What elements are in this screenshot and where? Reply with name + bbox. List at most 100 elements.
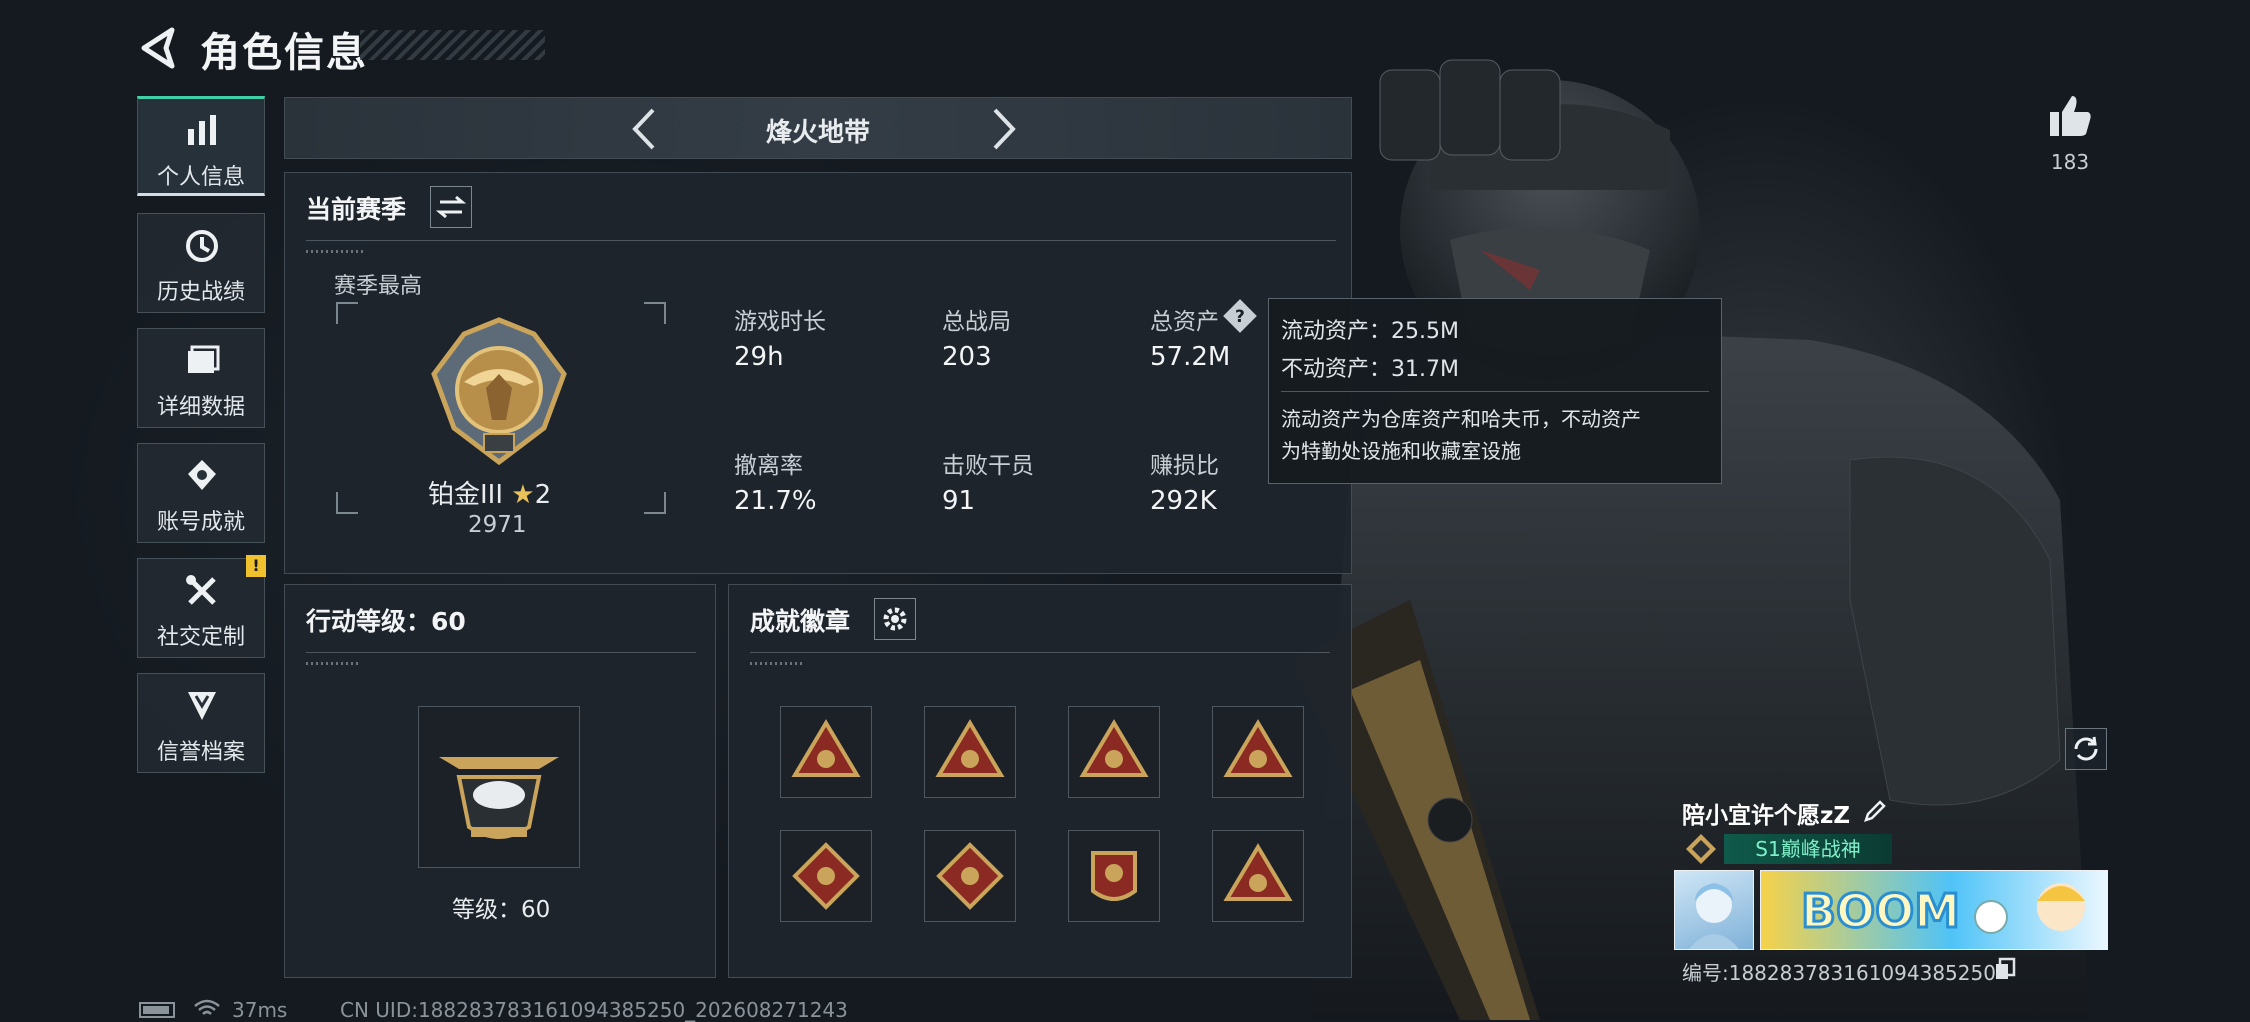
achievement-badge-slot[interactable] (924, 830, 1016, 922)
page-title: 角色信息 (200, 30, 368, 76)
achievement-badge-slot[interactable] (1068, 706, 1160, 798)
mode-title: 烽火地带 (765, 118, 870, 148)
rank-name-text: 铂金III (428, 480, 504, 510)
achievement-badge-icon (936, 842, 1004, 910)
mode-selector: 烽火地带 (284, 97, 1352, 159)
player-title-tag: S1巅峰战神 (1724, 834, 1892, 864)
divider-decoration (750, 662, 805, 665)
achievement-badge-slot[interactable] (1212, 706, 1304, 798)
avatar-character-icon (1689, 883, 1739, 949)
achievement-badge-icon (1223, 843, 1293, 901)
divider-decoration (306, 250, 366, 253)
stat-value: 203 (942, 342, 992, 372)
sidebar-item-label: 详细数据 (156, 395, 245, 420)
sidebar-item-detail-data[interactable]: 详细数据 (137, 328, 265, 428)
stat-label: 击败干员 (942, 453, 1034, 479)
gear-icon (883, 607, 907, 631)
stat-label: 赚损比 (1150, 453, 1219, 479)
rank-stars: 2 (534, 480, 552, 510)
stat-label: 总资产 (1150, 309, 1219, 335)
achievement-badge-slot[interactable] (1212, 830, 1304, 922)
achievement-badge-icon (935, 719, 1005, 777)
achievement-badge-slot[interactable] (1068, 830, 1160, 922)
tooltip-description-line: 流动资产为仓库资产和哈夫币，不动资产 (1281, 407, 1641, 431)
stat-label: 撤离率 (734, 453, 803, 479)
title-decoration (360, 30, 545, 60)
folder-icon (188, 345, 220, 373)
frame-corner (644, 492, 666, 514)
bar-chart-icon (188, 115, 216, 145)
achievement-icon (188, 460, 216, 490)
edit-pencil-icon[interactable] (1862, 798, 1888, 824)
like-count: 183 (2050, 150, 2090, 174)
divider (750, 652, 1330, 653)
sidebar-item-label: 信誉档案 (156, 740, 245, 765)
switch-season-button[interactable] (430, 186, 472, 228)
star-icon: ★ (511, 480, 535, 510)
sidebar-item-history[interactable]: 历史战绩 (137, 213, 265, 313)
help-icon-glyph: ? (1235, 305, 1245, 327)
rank-emblem-icon (431, 317, 567, 466)
stat-value: 91 (942, 486, 976, 516)
divider (306, 652, 696, 653)
tooltip-description-line: 为特勤处设施和收藏室设施 (1281, 439, 1521, 463)
action-level-title: 行动等级：60 (306, 607, 466, 636)
avatar[interactable] (1674, 870, 1754, 950)
achievement-badge-icon (1223, 719, 1293, 777)
stat-label: 总战局 (942, 309, 1011, 335)
helicopter-emblem-icon (439, 757, 559, 839)
frame-corner (644, 302, 666, 324)
achievement-badge-icon (1079, 719, 1149, 777)
fixed-assets-text: 不动资产：31.7M (1281, 357, 1459, 382)
sidebar-item-label: 历史战绩 (156, 280, 245, 305)
title-emblem-icon (1686, 834, 1716, 864)
like-thumb-icon[interactable] (2046, 92, 2094, 140)
sidebar-item-label: 账号成就 (156, 510, 245, 535)
history-clock-icon (186, 230, 218, 262)
stat-value: 292K (1150, 486, 1217, 516)
achievement-badge-slot[interactable] (780, 706, 872, 798)
rank-score: 2971 (468, 512, 527, 538)
wifi-icon (194, 999, 220, 1015)
frame-corner (336, 492, 358, 514)
network-ping: 37ms (232, 998, 288, 1022)
liquid-assets-text: 流动资产：25.5M (1281, 319, 1459, 344)
sidebar-item-personal-info[interactable]: 个人信息 (137, 96, 265, 196)
stat-value: 29h (734, 342, 784, 372)
achievement-badge-icon (1091, 851, 1137, 901)
uid-text: CN UID:18828378316109438525​0_2026082712… (340, 998, 848, 1022)
stat-label: 游戏时长 (734, 309, 826, 335)
name-card-banner[interactable]: BOOM (1760, 870, 2108, 950)
player-name: 陪小宜许个愿zZ (1682, 803, 1851, 829)
stat-value: 21.7% (734, 486, 817, 516)
next-mode-arrow-icon[interactable] (979, 106, 1025, 152)
level-text: 等级：60 (452, 897, 551, 923)
badges-title: 成就徽章 (750, 607, 851, 636)
back-arrow-icon[interactable] (138, 26, 182, 70)
sidebar-item-credit-record[interactable]: 信誉档案 (137, 673, 265, 773)
divider (306, 240, 1336, 241)
divider-decoration (306, 662, 361, 665)
shield-rank-icon (188, 692, 216, 720)
tooltip-divider (1281, 391, 1709, 392)
achievement-badge-slot[interactable] (780, 830, 872, 922)
tools-icon (186, 575, 216, 605)
season-title: 当前赛季 (306, 195, 407, 224)
sidebar-item-label: 社交定制 (156, 625, 245, 650)
sidebar-item-achievements[interactable]: 账号成就 (137, 443, 265, 543)
achievement-badge-slot[interactable] (924, 706, 1016, 798)
swap-icon (435, 195, 467, 219)
stat-value: 57.2M (1150, 342, 1231, 372)
badge-settings-button[interactable] (874, 598, 916, 640)
svg-text:BOOM: BOOM (1801, 884, 1960, 938)
assets-tooltip: 流动资产：25.5M 不动资产：31.7M 流动资产为仓库资产和哈夫币，不动资产… (1268, 298, 1722, 484)
rotate-character-button[interactable] (2065, 728, 2107, 770)
battery-icon (139, 1002, 175, 1018)
copy-icon[interactable] (1994, 957, 2016, 981)
achievement-badge-icon (792, 842, 860, 910)
notification-badge: ! (246, 555, 266, 577)
refresh-icon (2074, 736, 2098, 761)
boom-banner-art-icon: BOOM (1800, 883, 2085, 940)
achievement-badge-icon (791, 719, 861, 777)
sidebar-item-label: 个人信息 (156, 165, 245, 190)
